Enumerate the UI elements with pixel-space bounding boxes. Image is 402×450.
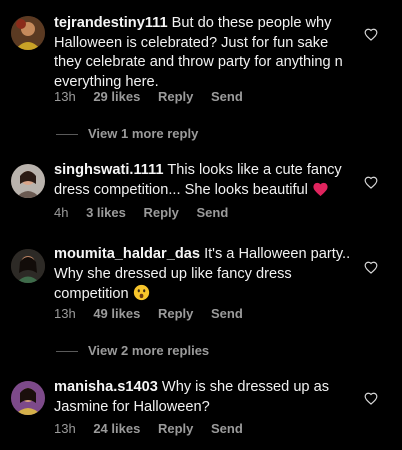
- reply-button[interactable]: Reply: [143, 205, 178, 220]
- divider-line: [56, 134, 78, 136]
- comment-text-block: manisha.s1403 Why is she dressed up as J…: [54, 378, 354, 417]
- avatar[interactable]: [11, 249, 45, 283]
- avatar[interactable]: [11, 164, 45, 198]
- reply-button[interactable]: Reply: [158, 89, 193, 104]
- like-heart-icon[interactable]: [364, 261, 378, 274]
- avatar[interactable]: [11, 16, 45, 50]
- send-button[interactable]: Send: [197, 205, 229, 220]
- view-more-replies[interactable]: View 1 more reply: [56, 126, 198, 141]
- send-button[interactable]: Send: [211, 306, 243, 321]
- view-more-label: View 2 more replies: [88, 343, 210, 358]
- view-more-replies[interactable]: View 2 more replies: [56, 343, 209, 358]
- likes-count[interactable]: 3 likes: [86, 205, 126, 220]
- reply-button[interactable]: Reply: [158, 421, 193, 436]
- comment-time: 13h: [54, 89, 76, 104]
- avatar[interactable]: [11, 381, 45, 415]
- comment-time: 4h: [54, 205, 69, 220]
- comment-username[interactable]: moumita_haldar_das: [54, 246, 200, 262]
- likes-count[interactable]: 29 likes: [93, 89, 140, 104]
- comment-time: 13h: [54, 421, 76, 436]
- comment-username[interactable]: tejrandestiny111: [54, 15, 168, 31]
- like-heart-icon[interactable]: [364, 28, 378, 41]
- comment-time: 13h: [54, 306, 76, 321]
- likes-count[interactable]: 49 likes: [93, 306, 140, 321]
- reply-button[interactable]: Reply: [158, 306, 193, 321]
- send-button[interactable]: Send: [211, 89, 243, 104]
- red-heart-emoji-icon: [313, 182, 328, 196]
- like-heart-icon[interactable]: [364, 392, 378, 405]
- comment-text-block: singhswati.1111 This looks like a cute f…: [54, 161, 354, 200]
- comment-username[interactable]: singhswati.1111: [54, 162, 164, 178]
- comment-text-block: moumita_haldar_das It's a Halloween part…: [54, 245, 354, 305]
- send-button[interactable]: Send: [211, 421, 243, 436]
- likes-count[interactable]: 24 likes: [93, 421, 140, 436]
- comment-text-block: tejrandestiny111 But do these people why…: [54, 14, 354, 92]
- comment-username[interactable]: manisha.s1403: [54, 379, 158, 395]
- like-heart-icon[interactable]: [364, 176, 378, 189]
- astonished-face-emoji-icon: [133, 284, 149, 301]
- view-more-label: View 1 more reply: [88, 126, 199, 141]
- divider-line: [56, 351, 78, 353]
